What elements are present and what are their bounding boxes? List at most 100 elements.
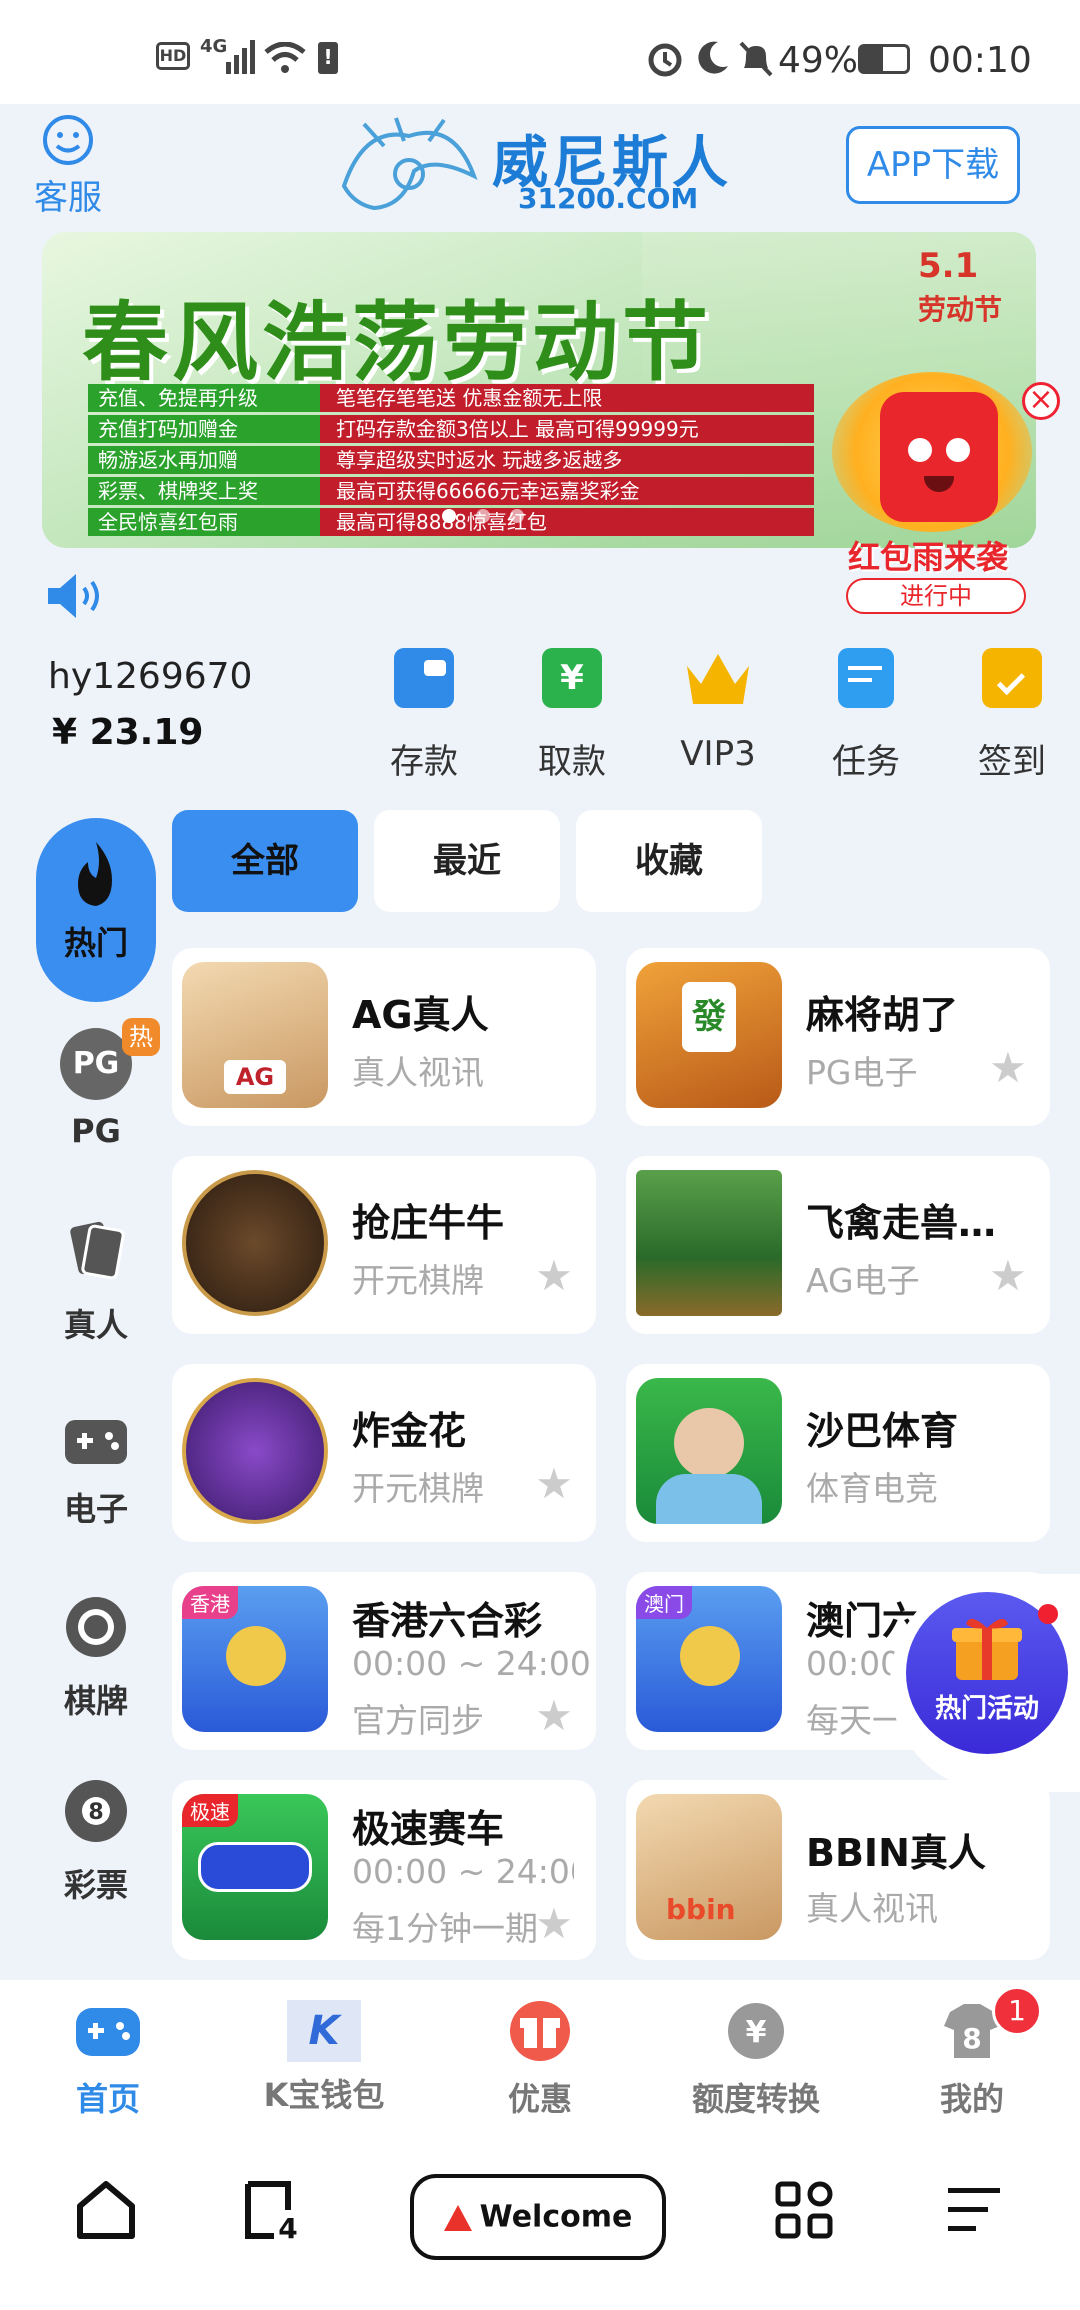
favorite-star-icon[interactable]: ★ (534, 1695, 574, 1737)
game-title: 极速赛车 (352, 1807, 505, 1851)
status-bar: HD 4G ! 49% 00:10 (0, 0, 1080, 104)
game-subtitle: PG电子 (806, 1053, 918, 1092)
hk-marksix-thumbnail: 香港 (182, 1586, 328, 1732)
favorite-star-icon[interactable]: ★ (988, 1047, 1028, 1089)
game-title: BBIN真人 (806, 1831, 986, 1875)
tab-label: 首页 (75, 2080, 140, 2118)
game-card[interactable]: 沙巴体育 体育电竞 (626, 1364, 1050, 1542)
task-button[interactable]: 任务 (806, 648, 926, 783)
withdraw-label: 取款 (538, 742, 606, 782)
game-card[interactable]: 發 麻将胡了 PG电子 ★ (626, 948, 1050, 1126)
game-card[interactable]: 极速 极速赛车 00:00 ~ 24:00 每1分钟一期 ★ (172, 1780, 596, 1960)
carousel-dots[interactable] (442, 508, 572, 526)
username: hy1269670 (48, 656, 253, 697)
wifi-icon (264, 42, 306, 73)
game-subtitle: 开元棋牌 (352, 1469, 484, 1508)
svg-text:8: 8 (962, 2022, 981, 2055)
tab-label: K宝钱包 (263, 2076, 385, 2114)
withdraw-icon: ¥ (542, 648, 602, 708)
menu-lines-icon[interactable] (944, 2184, 1004, 2236)
notification-badge: 1 (992, 1986, 1042, 2036)
home-gamepad-icon (76, 2008, 140, 2056)
side-nav-hot[interactable]: 热门 (36, 818, 156, 1002)
tab-kwallet[interactable]: K K宝钱包 (234, 2000, 414, 2116)
tab-transfer[interactable]: ¥ 额度转换 (666, 2000, 846, 2120)
ag-live-thumbnail: AG (182, 962, 328, 1108)
side-nav-pg[interactable]: PG 热 PG (36, 1018, 160, 1150)
game-subtitle: AG电子 (806, 1261, 920, 1300)
game-time: 00:00 ~ 24:00 (352, 1644, 591, 1683)
speaker-icon[interactable] (46, 572, 106, 620)
battery-icon (858, 44, 910, 74)
balance: ¥ 23.19 (52, 712, 204, 753)
checkin-button[interactable]: 签到 (952, 648, 1072, 783)
deposit-button[interactable]: 存款 (364, 648, 484, 783)
game-time: 00:00 ~ 24:00 (352, 1852, 574, 1891)
clock: 00:10 (928, 40, 1032, 81)
birds-beasts-thumbnail (636, 1170, 782, 1316)
gift-icon (510, 2001, 570, 2061)
home-icon[interactable] (76, 2180, 136, 2240)
svg-text:4: 4 (278, 2212, 297, 2240)
tab-label: 优惠 (507, 2080, 572, 2118)
app-download-button[interactable]: APP下载 (846, 126, 1020, 204)
red-packet-promo[interactable]: 红包雨来袭 进行中 (812, 352, 1050, 622)
task-icon (838, 648, 894, 708)
game-card[interactable]: 香港 香港六合彩 00:00 ~ 24:00 官方同步 ★ (172, 1572, 596, 1750)
bull-bull-thumbnail (182, 1170, 328, 1316)
tab-profile[interactable]: 8 我的 1 (882, 1986, 1062, 2120)
vip-button[interactable]: VIP3 (658, 648, 778, 774)
side-nav-chess[interactable]: 棋牌 (36, 1594, 156, 1722)
game-title: 炸金花 (352, 1409, 467, 1453)
game-subtitle: 体育电竞 (806, 1469, 938, 1508)
game-subtitle: 官方同步 (352, 1701, 484, 1740)
side-nav-slots[interactable]: 电子 (36, 1408, 156, 1530)
game-card[interactable]: AG AG真人 真人视讯 (172, 948, 596, 1126)
favorite-star-icon[interactable]: ★ (534, 1903, 574, 1945)
favorite-star-icon[interactable]: ★ (534, 1255, 574, 1297)
game-title: AG真人 (352, 993, 489, 1037)
tab-recent[interactable]: 最近 (374, 810, 560, 912)
hd-icon: HD (156, 42, 190, 70)
tab-label: 我的 (939, 2080, 1004, 2118)
tab-all[interactable]: 全部 (172, 810, 358, 912)
game-title: 飞禽走兽… (806, 1201, 997, 1245)
game-card[interactable]: 飞禽走兽… AG电子 ★ (626, 1156, 1050, 1334)
favorite-star-icon[interactable]: ★ (988, 1255, 1028, 1297)
ball-icon: 8 (65, 1780, 127, 1842)
welcome-button[interactable]: Welcome (410, 2174, 666, 2260)
game-card[interactable]: 抢庄牛牛 开元棋牌 ★ (172, 1156, 596, 1334)
calendar-icon (982, 648, 1042, 708)
tab-home[interactable]: 首页 (18, 2000, 198, 2120)
svg-text:¥: ¥ (746, 2015, 767, 2050)
game-card[interactable]: 炸金花 开元棋牌 ★ (172, 1364, 596, 1542)
tab-label: 额度转换 (691, 2080, 820, 2118)
app-grid-icon[interactable] (774, 2180, 834, 2240)
banner-title: 春风浩荡劳动节 (82, 293, 712, 393)
game-time: 00:00 (806, 1644, 902, 1683)
banner-badge-text: 劳动节 (918, 293, 1003, 326)
golden-flower-thumbnail (182, 1378, 328, 1524)
side-nav-label: PG (71, 1112, 121, 1150)
side-nav-label: 彩票 (63, 1866, 128, 1904)
side-nav-lottery[interactable]: 8 彩票 (36, 1778, 156, 1906)
game-card[interactable]: bbin BBIN真人 真人视讯 (626, 1780, 1050, 1960)
banner-badge-number: 5.1 (918, 246, 979, 286)
app-header: 客服 威尼斯人 31200.COM APP下载 (0, 104, 1080, 224)
favorite-star-icon[interactable]: ★ (534, 1463, 574, 1505)
withdraw-button[interactable]: ¥ 取款 (512, 648, 632, 783)
game-subtitle: 真人视讯 (806, 1889, 938, 1928)
tab-favorites[interactable]: 收藏 (576, 810, 762, 912)
gift-box-icon (952, 1618, 1022, 1680)
alarm-icon (648, 43, 682, 77)
game-subtitle: 真人视讯 (352, 1053, 484, 1092)
fire-icon (78, 842, 112, 906)
recent-apps-icon[interactable]: 4 (244, 2180, 304, 2240)
warning-icon (443, 2204, 472, 2231)
customer-service-button[interactable]: 客服 (26, 114, 110, 219)
svg-text:8: 8 (88, 1800, 103, 1825)
game-title: 抢庄牛牛 (352, 1201, 505, 1245)
side-nav-live[interactable]: 真人 (36, 1218, 156, 1346)
close-promo-icon[interactable]: × (1022, 382, 1060, 420)
tab-promotions[interactable]: 优惠 (450, 2000, 630, 2120)
